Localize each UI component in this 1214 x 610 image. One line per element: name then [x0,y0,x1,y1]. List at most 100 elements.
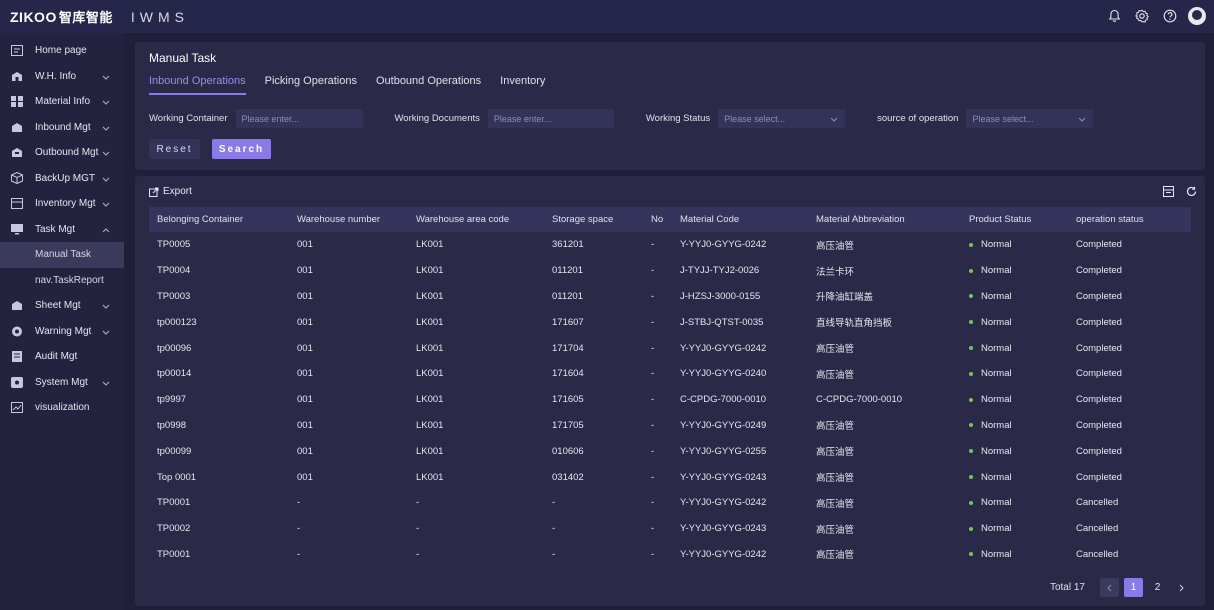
search-button[interactable]: Search [212,139,271,159]
monitor-icon [11,223,23,235]
column-header[interactable]: Warehouse area code [408,207,544,232]
help-icon[interactable] [1160,6,1180,26]
operation-status-cell: Cancelled [1068,516,1191,542]
column-header[interactable]: Material Code [672,207,808,232]
bell-icon[interactable] [1104,6,1124,26]
prev-page-button[interactable] [1100,578,1119,597]
page-button-1[interactable]: 1 [1124,578,1143,597]
gear-icon[interactable] [1132,6,1152,26]
sidebar-item-material-info[interactable]: Material Info [0,89,124,115]
storage-space-cell: 011201 [544,284,643,310]
column-settings-icon[interactable] [1163,186,1174,197]
sidebar-item-manual-task[interactable]: Manual Task [0,242,124,268]
table-row[interactable]: TP0001 - - - - Y-YYJ0-GYYG-0242 高压油管 Normal Canc… [149,542,1191,568]
cell-text: Normal [981,265,1012,277]
sidebar-item-task-report[interactable]: nav.TaskReport [0,268,124,294]
sidebar-item-backup-mgt[interactable]: BackUp MGT [0,166,124,192]
table-row[interactable]: tp000123 001 LK001 171607 - J-STBJ-QTST-0035 直… [149,309,1191,335]
sidebar-item-sheet-mgt[interactable]: Sheet Mgt [0,293,124,319]
working-documents-label: Working Documents [394,113,480,124]
chevron-down-icon [102,378,110,389]
sidebar-item-inventory-mgt[interactable]: Inventory Mgt [0,191,124,217]
total-count: Total 17 [1049,582,1085,593]
reset-button[interactable]: Reset [149,139,200,159]
column-header[interactable]: No [643,207,672,232]
cell-text: Y-YYJ0-GYYG-0243 [680,523,767,535]
cell-text: J-TYJJ-TYJ2-0026 [680,265,760,277]
column-header[interactable]: Storage space [544,207,643,232]
cell-text: - [651,497,655,509]
storage-space-cell: 010606 [544,438,643,464]
chevron-down-icon [102,72,110,83]
working-status-select[interactable]: Please select... [718,109,846,128]
working-container-input[interactable]: Please enter... [235,109,363,128]
tab-outbound-operations[interactable]: Outbound Operations [376,75,481,95]
export-button[interactable]: Export [149,186,192,197]
status-dot [969,371,973,376]
product-status-cell: Normal [961,335,1068,361]
avatar[interactable] [1188,7,1206,25]
cell-text: Cancelled [1076,523,1119,535]
operation-status-cell: Completed [1068,335,1191,361]
column-header[interactable]: Warehouse number [289,207,408,232]
refresh-icon[interactable] [1186,186,1197,197]
tab-picking-operations[interactable]: Picking Operations [265,75,357,95]
storage-space-cell: 171605 [544,387,643,413]
column-header[interactable]: operation status [1068,207,1191,232]
column-header[interactable]: Belonging Container [149,207,289,232]
sidebar-item-warning-mgt[interactable]: Warning Mgt [0,319,124,345]
sidebar-item-audit-mgt[interactable]: Audit Mgt [0,344,124,370]
table-row[interactable]: TP0001 - - - - Y-YYJ0-GYYG-0242 高压油管 Normal Canc… [149,490,1191,516]
warehouse-area-code-cell: LK001 [408,438,544,464]
status-dot [969,268,973,273]
cell-text: - [416,523,420,535]
cell-text: Normal [981,316,1012,328]
table-row[interactable]: TP0004 001 LK001 011201 - J-TYJJ-TYJ2-0026 法兰卡… [149,258,1191,284]
source-of-operation-select[interactable]: Please select... [966,109,1094,128]
cell-text: - [416,497,420,509]
column-header[interactable]: Material Abbreviation [808,207,961,232]
sidebar-item-home[interactable]: Home page [0,38,124,64]
sidebar-item-task-mgt[interactable]: Task Mgt [0,217,124,243]
table-row[interactable]: tp00099 001 LK001 010606 - Y-YYJ0-GYYG-0255 高压… [149,438,1191,464]
sidebar-item-wh-info[interactable]: W.H. Info [0,64,124,90]
cell-text: Completed [1076,394,1122,406]
table-row[interactable]: TP0003 001 LK001 011201 - J-HZSJ-3000-0155 升降油… [149,284,1191,310]
belonging-container-cell: TP0004 [149,258,289,284]
cell-text: - [651,316,655,328]
sidebar-item-outbound-mgt[interactable]: Outbound Mgt [0,140,124,166]
status-dot [969,294,973,299]
cell-text: Completed [1076,419,1122,431]
outbound-icon [11,147,23,159]
cell-text: LK001 [416,394,444,406]
cell-text: Completed [1076,342,1122,354]
working-documents-input[interactable]: Please enter... [487,109,614,128]
table-row[interactable]: tp9997 001 LK001 171605 - C-CPDG-7000-0010 C-C… [149,387,1191,413]
cell-text: - [651,265,655,277]
sidebar-item-label: nav.TaskReport [35,274,104,286]
next-page-button[interactable] [1172,578,1191,597]
table-row[interactable]: tp00014 001 LK001 171604 - Y-YYJ0-GYYG-0240 高压… [149,361,1191,387]
sidebar-item-system-mgt[interactable]: System Mgt [0,370,124,396]
table-row[interactable]: TP0005 001 LK001 361201 - Y-YYJ0-GYYG-0242 高压油… [149,232,1191,258]
working-container-placeholder: Please enter... [241,113,300,124]
cell-text: Normal [981,497,1012,509]
column-header[interactable]: Product Status [961,207,1068,232]
warehouse-area-code-cell: LK001 [408,309,544,335]
storage-space-cell: 171604 [544,361,643,387]
sidebar-item-visualization[interactable]: visualization [0,395,124,421]
cell-text: 031402 [552,471,584,483]
tab-inventory[interactable]: Inventory [500,75,545,95]
product-status-cell: Normal [961,387,1068,413]
warehouse-number-cell: 001 [289,438,408,464]
table-row[interactable]: tp00096 001 LK001 171704 - Y-YYJ0-GYYG-0242 高压… [149,335,1191,361]
table-row[interactable]: TP0002 - - - - Y-YYJ0-GYYG-0243 高压油管 Normal Canc… [149,516,1191,542]
cell-text: 高压油管 [816,447,855,459]
table-row[interactable]: tp0998 001 LK001 171705 - Y-YYJ0-GYYG-0249 高压油… [149,413,1191,439]
table-row[interactable]: Top 0001 001 LK001 031402 - Y-YYJ0-GYYG-0243 高… [149,464,1191,490]
sidebar-item-inbound-mgt[interactable]: Inbound Mgt [0,115,124,141]
tab-inbound-operations[interactable]: Inbound Operations [149,75,246,95]
page-button-2[interactable]: 2 [1148,578,1167,597]
search-panel: Manual Task Inbound Operations Picking O… [135,42,1205,170]
belonging-container-cell: tp9997 [149,387,289,413]
